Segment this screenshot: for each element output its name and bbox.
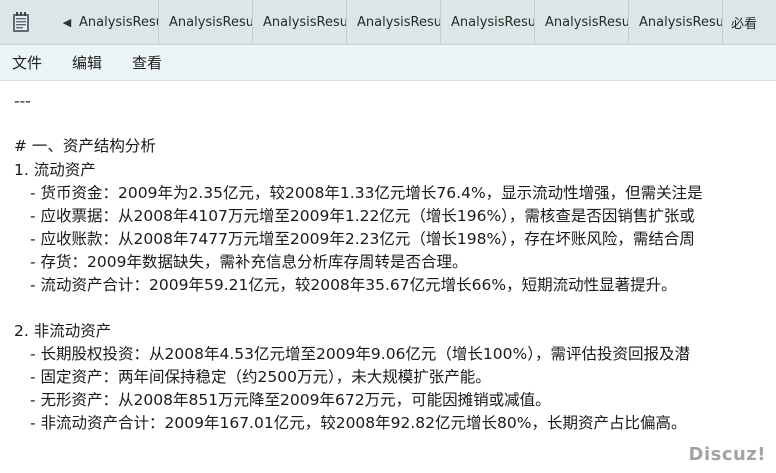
- menu-file[interactable]: 文件: [12, 52, 42, 73]
- separator-line: ---: [14, 92, 31, 110]
- list-item: - 非流动资产合计：2009年167.01亿元，较2008年92.82亿元增长8…: [30, 414, 687, 432]
- tab-must-read[interactable]: 必看: [723, 0, 763, 44]
- list-item: - 货币资金：2009年为2.35亿元，较2008年1.33亿元增长76.4%，…: [30, 184, 703, 202]
- tab-analysis-result-6[interactable]: AnalysisResu: [535, 0, 629, 44]
- tab-analysis-result-2[interactable]: AnalysisResu: [159, 0, 253, 44]
- list-item: - 应收账款：从2008年7477万元增至2009年2.23亿元（增长198%）…: [30, 230, 695, 248]
- tab-scroll-left-icon[interactable]: ◀: [61, 16, 73, 29]
- tab-analysis-result-4[interactable]: AnalysisResu: [347, 0, 441, 44]
- section1-title: 1. 流动资产: [14, 161, 96, 179]
- menu-view[interactable]: 查看: [132, 52, 162, 73]
- tab-analysis-result-7[interactable]: AnalysisResu: [629, 0, 723, 44]
- notepad-icon[interactable]: [11, 11, 31, 33]
- menu-bar: 文件 编辑 查看: [0, 45, 776, 81]
- tab-analysis-result-5[interactable]: AnalysisResu: [441, 0, 535, 44]
- section2-title: 2. 非流动资产: [14, 322, 112, 340]
- list-item: - 长期股权投资：从2008年4.53亿元增至2009年9.06亿元（增长100…: [30, 345, 691, 363]
- list-item: - 固定资产：两年间保持稳定（约2500万元），未大规模扩张产能。: [30, 368, 491, 386]
- section-heading: # 一、资产结构分析: [14, 137, 156, 155]
- list-item: - 流动资产合计：2009年59.21亿元，较2008年35.67亿元增长66%…: [30, 276, 677, 294]
- tab-bar: ◀ AnalysisResu AnalysisResu AnalysisResu…: [0, 0, 776, 45]
- list-item: - 无形资产：从2008年851万元降至2009年672万元，可能因摊销或减值。: [30, 391, 551, 409]
- list-item: - 存货：2009年数据缺失，需补充信息分析库存周转是否合理。: [30, 253, 468, 271]
- list-item: - 应收票据：从2008年4107万元增至2009年1.22亿元（增长196%）…: [30, 207, 695, 225]
- tab-analysis-result-3[interactable]: AnalysisResu: [253, 0, 347, 44]
- tab-analysis-result-1[interactable]: AnalysisResu: [79, 0, 159, 44]
- discuz-watermark: Discuz!: [689, 444, 767, 465]
- menu-edit[interactable]: 编辑: [72, 52, 102, 73]
- text-editor-area[interactable]: --- # 一、资产结构分析 1. 流动资产 - 货币资金：2009年为2.35…: [0, 81, 776, 473]
- watermark-text: Discuz!: [688, 444, 766, 465]
